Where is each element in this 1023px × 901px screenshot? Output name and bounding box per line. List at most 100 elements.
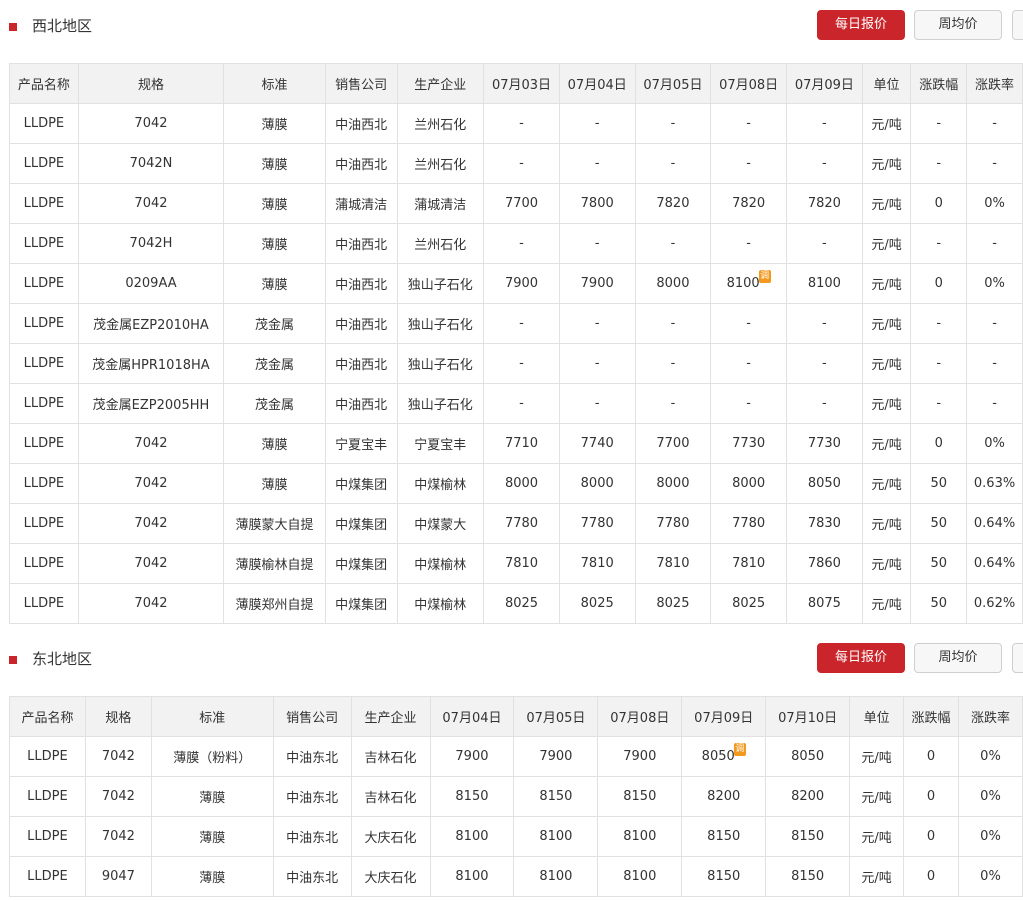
cell-value: -: [822, 316, 827, 331]
table-cell: -: [710, 343, 787, 384]
cell-value: 7800: [580, 196, 614, 211]
table-cell: -: [634, 223, 712, 264]
table-cell: 8100调: [710, 263, 787, 304]
cell-value: -: [992, 116, 997, 131]
product-link[interactable]: LLDPE: [9, 303, 79, 344]
product-link[interactable]: LLDPE: [9, 543, 79, 584]
table-cell: -: [558, 343, 636, 384]
table-cell: 元/吨: [861, 103, 912, 144]
table-cell: 8100: [786, 263, 863, 304]
column-header: 规格: [77, 63, 225, 104]
table-cell: -: [910, 103, 968, 144]
product-link[interactable]: LLDPE: [9, 463, 79, 504]
table-cell: 7820: [786, 183, 863, 224]
cell-value: 茂金属EZP2005HH: [92, 398, 210, 413]
product-link[interactable]: LLDPE: [9, 143, 79, 184]
product-link[interactable]: LLDPE: [9, 856, 86, 897]
cell-value: -: [992, 316, 997, 331]
cell-value: 7710: [504, 436, 539, 451]
table-cell: 7820: [634, 183, 712, 224]
table-row: LLDPE 0209AA 薄膜 中油西北 独山子石化 7900 7900 8000 8100调 8…: [9, 263, 1023, 304]
cell-value: 7810: [732, 556, 766, 571]
cell-value: 0%: [984, 436, 1005, 451]
table-cell: 元/吨: [849, 856, 905, 897]
product-link[interactable]: LLDPE: [9, 583, 79, 624]
table-cell: 茂金属EZP2010HA: [77, 303, 225, 344]
table-cell: 8000: [710, 463, 787, 504]
table-cell: -: [786, 303, 863, 344]
cell-value: 8025: [732, 596, 766, 611]
column-header: 07月05日: [513, 696, 599, 737]
table-cell: -: [966, 343, 1023, 384]
product-link[interactable]: LLDPE: [9, 383, 79, 424]
product-link[interactable]: LLDPE: [9, 183, 79, 224]
weekly-average-button[interactable]: 周均价: [914, 643, 1002, 673]
cell-value: 7042: [134, 436, 168, 451]
table-cell: 0: [903, 776, 959, 817]
product-link[interactable]: LLDPE: [9, 223, 79, 264]
product-link[interactable]: LLDPE: [9, 776, 86, 817]
cell-value: 7730: [732, 436, 766, 451]
section-marker: [9, 23, 17, 31]
table-cell: 8100: [513, 856, 599, 897]
table-cell: -: [710, 143, 787, 184]
table-cell: -: [786, 103, 863, 144]
cell-value: LLDPE: [27, 749, 68, 764]
product-link[interactable]: LLDPE: [9, 103, 79, 144]
table-cell: 8200: [681, 776, 767, 817]
cell-value: 中油西北: [335, 318, 388, 333]
table-cell: 0%: [957, 856, 1023, 897]
cell-value: 8100: [455, 869, 489, 884]
cell-value: -: [594, 356, 600, 371]
daily-quote-button[interactable]: 每日报价: [817, 10, 905, 40]
table-cell: 蒲城清洁: [396, 183, 485, 224]
cell-value: 0%: [980, 869, 1001, 884]
cell-value: -: [670, 316, 676, 331]
product-link[interactable]: LLDPE: [9, 423, 79, 464]
product-link[interactable]: LLDPE: [9, 816, 86, 857]
daily-quote-button[interactable]: 每日报价: [817, 643, 905, 673]
cell-value: 薄膜: [261, 118, 288, 133]
table-cell: 7042: [77, 463, 225, 504]
product-link[interactable]: LLDPE: [9, 503, 79, 544]
table-cell: 薄膜: [223, 183, 326, 224]
section-header: 西北地区 每日报价 周均价: [0, 0, 1023, 40]
cell-value: 薄膜: [261, 278, 288, 293]
cell-value: 50: [930, 476, 948, 491]
table-row: LLDPE 7042 薄膜（粉料） 中油东北 吉林石化 7900 7900 7900 8050调…: [9, 736, 1023, 777]
table-cell: 7042: [84, 736, 152, 777]
product-link[interactable]: LLDPE: [9, 736, 86, 777]
cell-value: 8000: [504, 476, 539, 491]
column-header: 07月09日: [681, 696, 767, 737]
more-button[interactable]: [1012, 10, 1023, 40]
column-header: 涨跌率: [957, 696, 1023, 737]
cell-value: 7042: [134, 476, 168, 491]
column-header: 销售公司: [324, 63, 398, 104]
column-header: 07月03日: [483, 63, 560, 104]
cell-value: 7900: [504, 276, 539, 291]
table-cell: -: [634, 343, 712, 384]
cell-value: 7780: [504, 516, 539, 531]
cell-value: 元/吨: [871, 558, 902, 573]
more-button[interactable]: [1012, 643, 1023, 673]
table-row: LLDPE 7042 薄膜 蒲城清洁 蒲城清洁 7700 7800 7820 7820 7820 元…: [9, 183, 1023, 224]
product-link[interactable]: LLDPE: [9, 263, 79, 304]
cell-value: 吉林石化: [364, 791, 417, 806]
cell-value: 中油西北: [335, 358, 388, 373]
weekly-average-button[interactable]: 周均价: [914, 10, 1002, 40]
cell-value: 薄膜: [261, 438, 288, 453]
cell-value: 0: [926, 789, 936, 804]
column-header: 07月04日: [558, 63, 636, 104]
product-link[interactable]: LLDPE: [9, 343, 79, 384]
table-cell: 0%: [966, 263, 1023, 304]
table-cell: 中油西北: [324, 223, 398, 264]
table-cell: 元/吨: [861, 543, 912, 584]
cell-value: 薄膜: [261, 238, 288, 253]
table-cell: 0209AA: [77, 263, 225, 304]
cell-value: 0%: [980, 829, 1001, 844]
table-cell: 7780: [483, 503, 560, 544]
cell-value: 元/吨: [871, 478, 902, 493]
cell-value: -: [992, 236, 997, 251]
column-header: 规格: [84, 696, 152, 737]
table-cell: 8025: [710, 583, 787, 624]
